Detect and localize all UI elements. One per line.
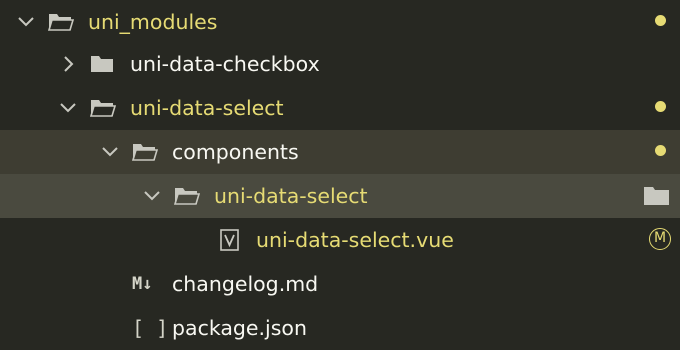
chevron-down-icon[interactable] [141,185,163,207]
chevron-down-icon[interactable] [99,141,121,163]
tree-row-label: uni-data-checkbox [130,52,320,76]
modified-dot-icon [655,15,666,26]
tree-row-label: package.json [172,316,307,340]
tree-row-uni-data-select[interactable]: uni-data-select [0,86,680,130]
tree-row-changelog-md[interactable]: M↓ changelog.md [0,262,680,306]
tree-row-label: uni-data-select [130,96,284,120]
tree-row-label: components [172,140,299,164]
file-explorer-tree: uni_modules uni-data-checkbox uni-data-s… [0,0,680,340]
folder-open-icon [131,141,159,163]
tree-row-uni-data-select-vue[interactable]: uni-data-select.vue M [0,218,680,262]
folder-open-icon [173,185,201,207]
tree-row-label: uni-data-select [214,184,368,208]
modified-badge: M [649,228,671,250]
tree-row-label: uni_modules [88,10,218,34]
chevron-down-icon[interactable] [15,11,37,33]
json-icon: [ ] [132,316,169,340]
chevron-down-icon[interactable] [57,97,79,119]
tree-row-uni-data-select-inner[interactable]: uni-data-select [0,174,680,218]
tree-row-components[interactable]: components [0,130,680,174]
tree-row-uni-data-checkbox[interactable]: uni-data-checkbox [0,42,680,86]
tree-row-package-json[interactable]: [ ] package.json [0,306,680,350]
tree-row-uni-modules[interactable]: uni_modules [0,0,680,44]
folder-closed-icon [90,53,116,75]
tree-row-label: uni-data-select.vue [256,228,454,252]
chevron-right-icon[interactable] [57,53,79,75]
modified-dot-icon [655,145,666,156]
modified-dot-icon [655,101,666,112]
tree-row-label: changelog.md [172,272,319,296]
vue-file-icon [219,229,241,251]
markdown-icon: M↓ [132,274,153,294]
folder-icon [643,185,670,207]
folder-open-icon [89,97,117,119]
folder-open-icon [47,11,75,33]
